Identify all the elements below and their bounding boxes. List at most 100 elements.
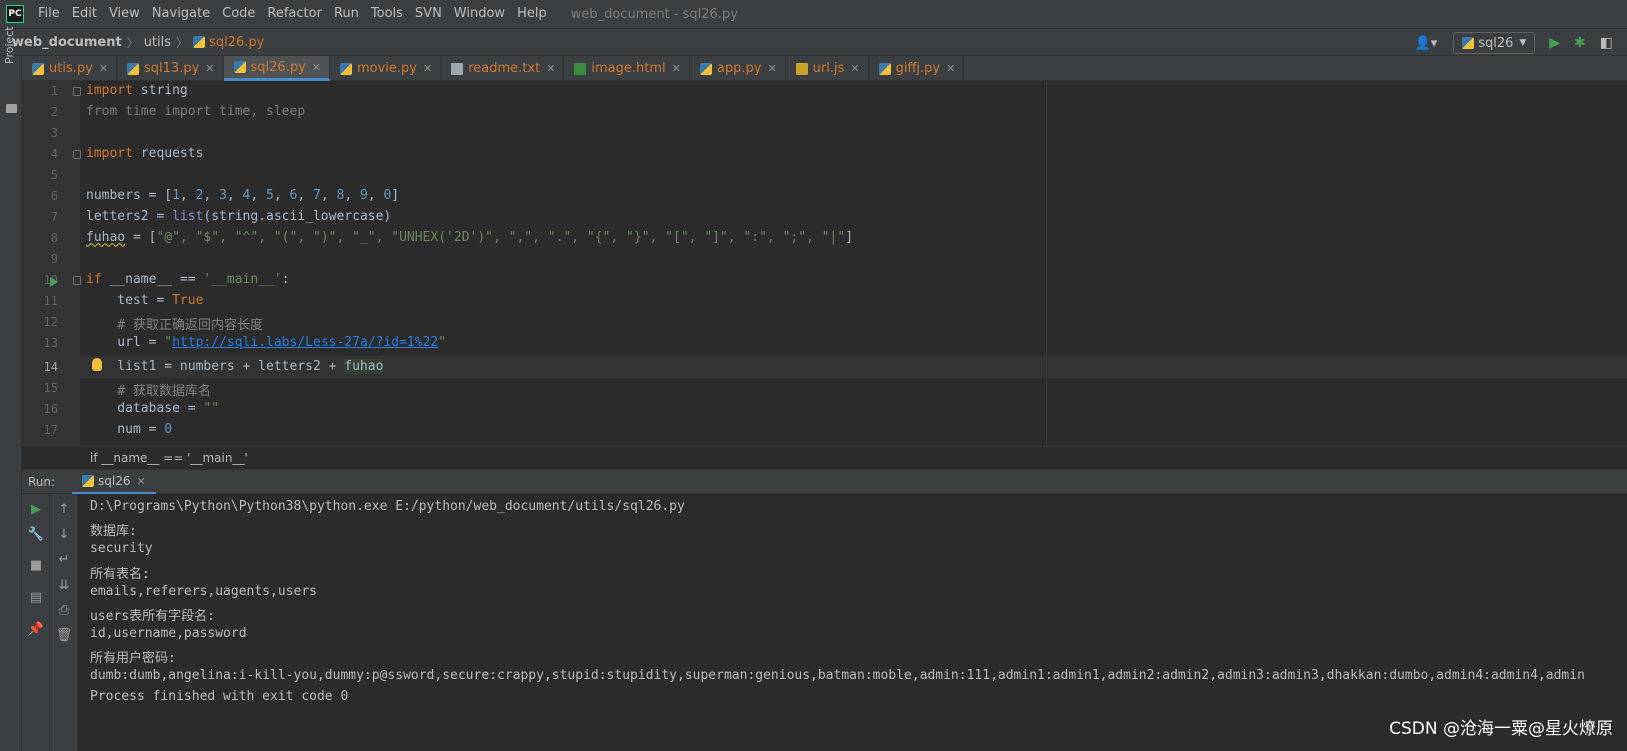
run-tab-sql26[interactable]: sql26 ✕ (72, 470, 156, 495)
python-file-icon (233, 61, 246, 73)
fold-marker-icon[interactable] (73, 276, 81, 285)
menu-window[interactable]: Window (448, 0, 511, 28)
coverage-icon[interactable]: ◧ (1600, 35, 1613, 51)
tab-label: image.html (591, 61, 666, 76)
print-icon[interactable]: ⎙ (50, 603, 78, 618)
close-icon[interactable]: ✕ (205, 62, 214, 75)
code-line-8: fuhao = ["@", "$", "^", "(", ")", "_", "… (86, 230, 854, 245)
window-title: web_document - sql26.py (570, 6, 738, 22)
tab-movie-py[interactable]: movie.py ✕ (330, 56, 442, 81)
close-icon[interactable]: ✕ (423, 62, 432, 75)
breadcrumb-folder[interactable]: utils (144, 35, 171, 50)
scroll-to-end-icon[interactable]: ⇊ (50, 578, 78, 593)
trash-icon[interactable]: 🗑 (50, 628, 78, 643)
close-icon[interactable]: ✕ (850, 62, 859, 75)
code-editor[interactable]: 1 2 3 4 5 6 7 8 9 10 11 12 13 14 15 16 1… (22, 81, 1627, 446)
tab-url-js[interactable]: url.js ✕ (786, 56, 869, 81)
arrow-up-icon[interactable]: ↑ (50, 502, 78, 517)
menu-edit[interactable]: Edit (66, 0, 103, 28)
menu-run[interactable]: Run (328, 0, 365, 28)
tab-label: app.py (716, 61, 762, 76)
right-margin-guide (1046, 81, 1047, 446)
run-tab-label: sql26 (98, 474, 131, 488)
arrow-down-icon[interactable]: ↓ (50, 527, 78, 542)
project-tool-button[interactable]: Project (3, 26, 16, 64)
run-line-icon[interactable] (50, 277, 58, 287)
close-icon[interactable]: ✕ (546, 62, 555, 75)
line-number: 15 (43, 381, 58, 395)
tab-label: movie.py (357, 61, 417, 76)
menu-refactor[interactable]: Refactor (261, 0, 328, 28)
line-number: 9 (50, 252, 58, 266)
close-icon[interactable]: ✕ (99, 62, 108, 75)
layout-icon[interactable]: ▤ (22, 590, 50, 605)
scope-breadcrumb[interactable]: if __name__ == '__main__' (90, 451, 248, 465)
editor-breadcrumb-bar: if __name__ == '__main__' (22, 446, 1627, 469)
rerun-icon[interactable]: ▶ (22, 502, 50, 517)
menu-navigate[interactable]: Navigate (146, 0, 216, 28)
close-icon[interactable]: ✕ (672, 62, 681, 75)
console-line: security (90, 541, 153, 556)
url-link[interactable]: http://sqli.labs/Less-27a/?id=1%22 (172, 335, 438, 350)
run-panel-label: Run: (28, 475, 56, 489)
tab-label: utis.py (49, 61, 93, 76)
code-line-1: import string (86, 83, 188, 98)
user-account-icon[interactable]: 👤▾ (1415, 36, 1438, 51)
breadcrumb-separator-icon: 〉 (176, 35, 189, 50)
console-line: 所有表名: (90, 567, 150, 582)
text-file-icon (451, 62, 464, 75)
tab-giffj-py[interactable]: giffj.py ✕ (869, 56, 965, 81)
menu-code[interactable]: Code (216, 0, 261, 28)
breadcrumb-file[interactable]: sql26.py (209, 35, 264, 50)
line-number: 6 (50, 189, 58, 203)
run-configuration-select[interactable]: sql26 ▼ (1453, 32, 1536, 54)
python-file-icon (127, 62, 140, 75)
python-file-icon (1462, 37, 1475, 49)
folder-icon (6, 104, 17, 113)
tab-sql13-py[interactable]: sql13.py ✕ (117, 56, 224, 81)
code-line-11: test = True (86, 293, 204, 308)
close-icon[interactable]: ✕ (946, 62, 955, 75)
code-line-14: list1 = numbers + letters2 + fuhao (86, 359, 384, 374)
code-line-10: if __name__ == '__main__': (86, 272, 290, 287)
python-file-icon (878, 62, 891, 75)
pin-icon[interactable]: 📌 (22, 622, 50, 637)
code-line-17: num = 0 (86, 422, 173, 437)
tab-utis-py[interactable]: utis.py ✕ (22, 56, 118, 81)
code-line-4: import requests (86, 146, 204, 161)
line-number: 1 (50, 84, 58, 98)
js-file-icon (795, 62, 808, 75)
tab-app-py[interactable]: app.py ✕ (690, 56, 786, 81)
breadcrumb-project[interactable]: web_document (12, 35, 122, 50)
tab-image-html[interactable]: image.html ✕ (564, 56, 690, 81)
toolbar-right: 👤▾ sql26 ▼ ▶ ✱ ◧ (1415, 29, 1627, 57)
run-console-output[interactable]: D:\Programs\Python\Python38\python.exe E… (78, 494, 1627, 751)
line-number: 13 (43, 336, 58, 350)
run-icon[interactable]: ▶ (1549, 35, 1560, 51)
wrench-icon[interactable]: 🔧 (22, 527, 50, 542)
menu-file[interactable]: File (32, 0, 66, 28)
menu-view[interactable]: View (103, 0, 146, 28)
menu-tools[interactable]: Tools (365, 0, 409, 28)
menu-svn[interactable]: SVN (409, 0, 448, 28)
tab-readme-txt[interactable]: readme.txt ✕ (441, 56, 565, 81)
fold-marker-icon[interactable] (73, 87, 81, 96)
run-tool-header: Run: sql26 ✕ (22, 469, 1627, 495)
fold-marker-icon[interactable] (73, 150, 81, 159)
editor-tab-bar: utis.py ✕ sql13.py ✕ sql26.py ✕ movie.py… (22, 56, 1627, 81)
pycharm-logo-icon: PC (6, 5, 24, 23)
code-line-7: letters2 = list(string.ascii_lowercase) (86, 209, 392, 224)
console-line: users表所有字段名: (90, 609, 215, 624)
soft-wrap-icon[interactable]: ↵ (50, 552, 78, 567)
close-icon[interactable]: ✕ (767, 62, 776, 75)
menu-help[interactable]: Help (511, 0, 553, 28)
close-icon[interactable]: ✕ (312, 61, 321, 74)
console-line: dumb:dumb,angelina:i-kill-you,dummy:p@ss… (90, 668, 1585, 683)
debug-icon[interactable]: ✱ (1574, 35, 1586, 51)
line-number: 7 (50, 210, 58, 224)
tab-sql26-py[interactable]: sql26.py ✕ (223, 56, 330, 81)
console-line: emails,referers,uagents,users (90, 584, 317, 599)
console-line: Process finished with exit code 0 (90, 689, 349, 704)
stop-icon[interactable]: ■ (22, 558, 50, 573)
close-icon[interactable]: ✕ (136, 475, 145, 488)
